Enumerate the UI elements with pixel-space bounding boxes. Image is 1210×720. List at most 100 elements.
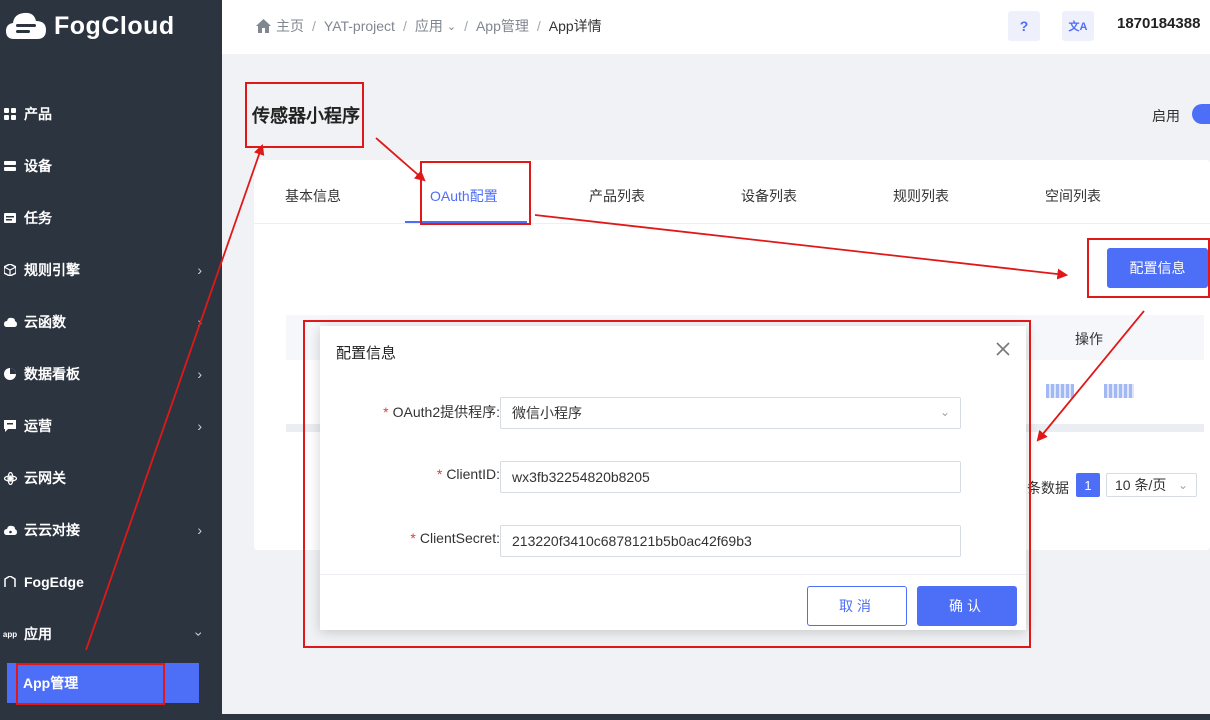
status-label: 启用	[1152, 108, 1180, 124]
help-icon: ?	[1019, 18, 1029, 34]
sidebar-item-label: 应用	[24, 626, 52, 642]
chevron-right-icon: ›	[197, 522, 202, 538]
confirm-button[interactable]: 确认	[917, 586, 1017, 626]
cloud-icon	[2, 314, 18, 330]
oauth-provider-value: 微信小程序	[512, 405, 582, 421]
sidebar-menu: 产品 设备 任务 规则引擎 › 云函数 › 数据看板 › 运营 › 云网关 云云…	[0, 88, 222, 660]
config-info-button[interactable]: 配置信息	[1107, 248, 1208, 288]
dialog-title: 配置信息	[336, 345, 397, 362]
cube-icon	[2, 262, 18, 278]
sidebar-item-label: FogEdge	[24, 574, 84, 590]
sidebar-item-cloud-link[interactable]: 云云对接 ›	[0, 504, 222, 556]
sidebar-item-cloud-function[interactable]: 云函数 ›	[0, 296, 222, 348]
breadcrumb-separator: /	[312, 18, 316, 34]
gateway-icon	[2, 470, 18, 486]
client-id-value: wx3fb32254820b8205	[512, 469, 650, 485]
chevron-right-icon: ›	[197, 314, 202, 330]
breadcrumb-separator: /	[536, 18, 541, 34]
top-header: 主页 / YAT-project / 应用 ⌄ / App管理 / App详情 …	[222, 0, 1210, 54]
chevron-down-icon: ›	[191, 631, 208, 637]
page-size-value: 10 条/页	[1115, 477, 1167, 493]
sidebar-subitem-app-management[interactable]: App管理	[7, 663, 199, 703]
breadcrumb-current: App详情	[548, 18, 602, 34]
tab-space-list[interactable]: 空间列表	[1045, 186, 1101, 206]
config-dialog: 配置信息 * OAuth2提供程序: 微信小程序 ⌄ * ClientID: wx3…	[320, 326, 1026, 630]
grid-icon	[2, 106, 18, 122]
chevron-right-icon: ›	[197, 262, 202, 278]
cloud-logo-icon	[6, 12, 46, 39]
sidebar-item-label: 设备	[24, 158, 52, 174]
cloud-link-icon	[2, 522, 18, 538]
oauth-provider-select[interactable]: 微信小程序 ⌄	[500, 397, 961, 429]
sidebar-item-app[interactable]: app 应用 ›	[0, 608, 222, 660]
client-secret-input[interactable]: 213220f3410c6878121b5b0ac42f69b3	[500, 525, 961, 557]
client-secret-label: * ClientSecret:	[410, 530, 500, 546]
translate-icon: 文A	[1068, 21, 1088, 33]
sidebar-item-operation[interactable]: 运营 ›	[0, 400, 222, 452]
pagination-page-size-select[interactable]: 10 条/页 ⌄	[1106, 473, 1197, 497]
tab-basic-info[interactable]: 基本信息	[285, 186, 341, 206]
chat-icon	[2, 418, 18, 434]
sidebar-item-label: 产品	[24, 106, 52, 122]
tab-device-list[interactable]: 设备列表	[741, 186, 797, 206]
client-id-input[interactable]: wx3fb32254820b8205	[500, 461, 961, 493]
sidebar-item-fogedge[interactable]: FogEdge	[0, 556, 222, 608]
chevron-right-icon: ›	[197, 418, 202, 434]
breadcrumb: 主页 / YAT-project / 应用 ⌄ / App管理 / App详情	[256, 16, 602, 36]
breadcrumb-app[interactable]: 应用	[415, 16, 443, 36]
sidebar-item-label: 云函数	[24, 314, 66, 330]
status-toggle[interactable]	[1192, 104, 1210, 124]
tab-bar: 基本信息 OAuth配置 产品列表 设备列表 规则列表 空间列表	[254, 160, 1210, 224]
client-secret-value: 213220f3410c6878121b5b0ac42f69b3	[512, 533, 752, 549]
close-icon[interactable]	[994, 340, 1012, 358]
page-title: 传感器小程序	[252, 106, 360, 126]
client-id-label: * ClientID:	[436, 466, 500, 482]
sidebar-item-dashboard[interactable]: 数据看板 ›	[0, 348, 222, 400]
pie-icon	[2, 366, 18, 382]
sidebar-item-product[interactable]: 产品	[0, 88, 222, 140]
sidebar-item-label: 云云对接	[24, 522, 80, 538]
active-tab-indicator	[405, 221, 527, 223]
pagination-current-page[interactable]: 1	[1076, 473, 1100, 497]
blurred-action-link[interactable]	[1046, 384, 1074, 398]
logo[interactable]: FogCloud	[4, 6, 175, 46]
tab-product-list[interactable]: 产品列表	[589, 186, 645, 206]
device-icon	[2, 158, 18, 174]
breadcrumb-separator: /	[464, 18, 468, 34]
app-icon: app	[2, 629, 18, 639]
breadcrumb-home[interactable]: 主页	[276, 16, 304, 36]
logo-text: FogCloud	[54, 11, 175, 40]
sidebar-item-label: 数据看板	[24, 366, 80, 382]
blurred-action-link[interactable]	[1104, 384, 1134, 398]
bottom-edge	[222, 714, 1210, 720]
translate-button[interactable]: 文A	[1062, 11, 1094, 41]
breadcrumb-project[interactable]: YAT-project	[324, 18, 395, 34]
chevron-right-icon: ›	[197, 366, 202, 382]
home-icon	[256, 19, 271, 33]
sidebar-item-cloud-gateway[interactable]: 云网关	[0, 452, 222, 504]
sidebar-item-task[interactable]: 任务	[0, 192, 222, 244]
sidebar-item-label: 运营	[24, 418, 52, 434]
breadcrumb-separator: /	[402, 18, 407, 34]
chevron-down-icon: ⌄	[939, 405, 950, 419]
pagination-total-text: 条数据	[1027, 480, 1069, 496]
table-header-operation: 操作	[1075, 331, 1103, 347]
required-mark: *	[383, 404, 389, 420]
sidebar-item-rule-engine[interactable]: 规则引擎 ›	[0, 244, 222, 296]
required-mark: *	[410, 530, 416, 546]
sidebar-item-label: 云网关	[24, 470, 66, 486]
tab-oauth-config[interactable]: OAuth配置	[430, 186, 498, 206]
oauth-provider-label: * OAuth2提供程序:	[383, 404, 500, 420]
help-button[interactable]: ?	[1008, 11, 1040, 41]
tab-rule-list[interactable]: 规则列表	[893, 186, 949, 206]
chevron-down-icon: ⌄	[1177, 478, 1188, 492]
sidebar-item-device[interactable]: 设备	[0, 140, 222, 192]
user-name[interactable]: 1870184388	[1117, 15, 1200, 32]
breadcrumb-app-management[interactable]: App管理	[476, 16, 529, 36]
task-icon	[2, 210, 18, 226]
chevron-down-icon[interactable]: ⌄	[447, 20, 456, 33]
sidebar-item-label: 任务	[24, 210, 52, 226]
edge-icon	[2, 574, 18, 590]
sidebar-item-label: 规则引擎	[24, 262, 80, 278]
cancel-button[interactable]: 取消	[807, 586, 907, 626]
